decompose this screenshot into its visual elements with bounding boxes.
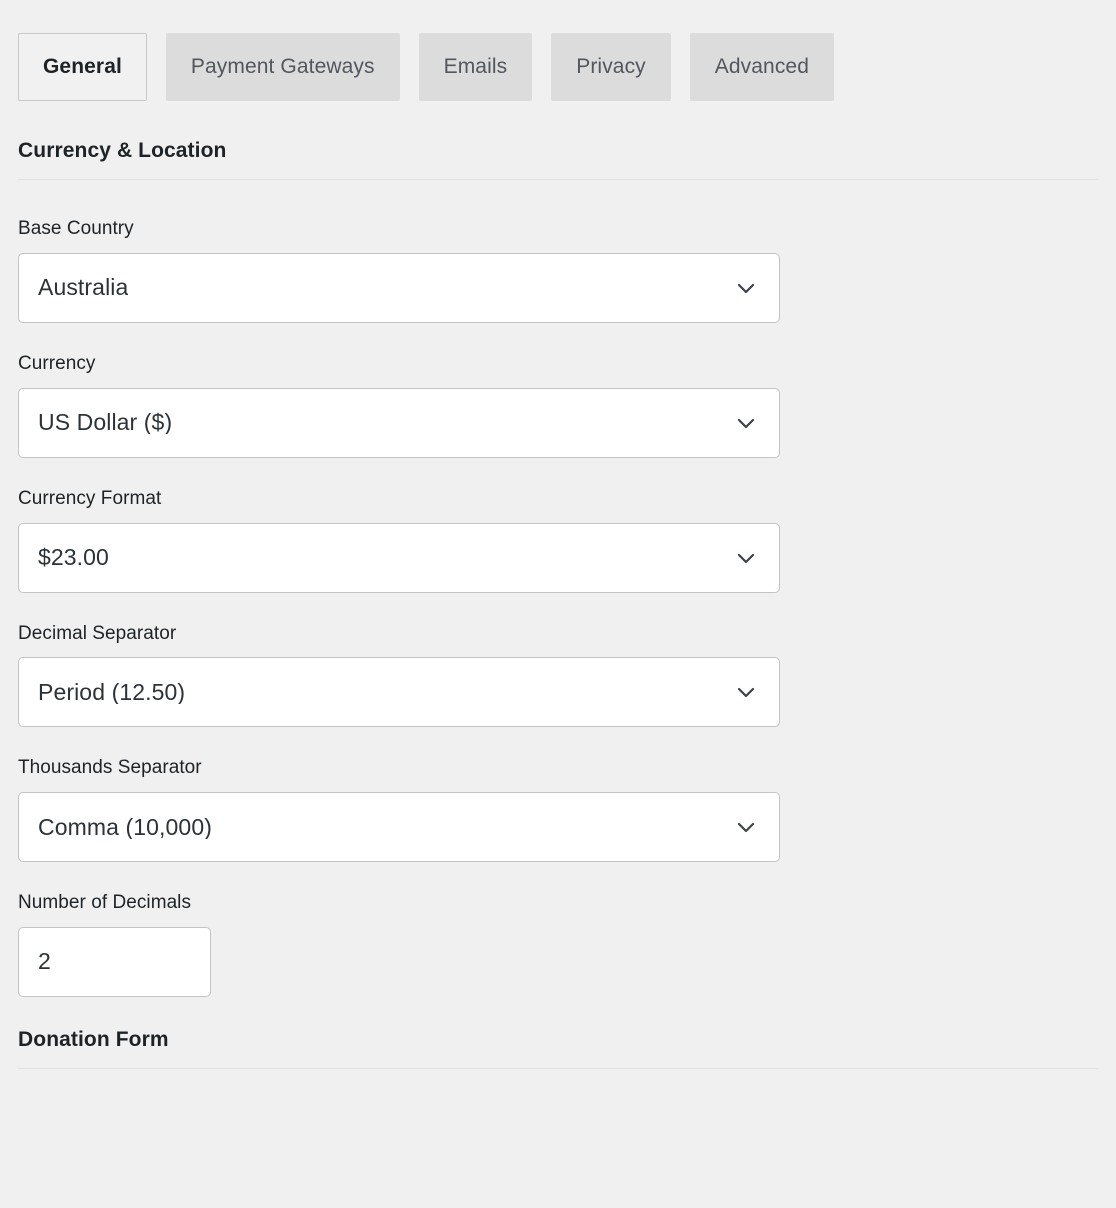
tab-privacy-label: Privacy [576,55,646,78]
section-divider-currency-location [18,179,1098,181]
number-of-decimals-value: 2 [38,950,51,974]
chevron-down-icon [735,816,757,838]
chevron-down-icon [735,412,757,434]
tab-advanced[interactable]: Advanced [689,33,834,101]
tab-payment-gateways-label: Payment Gateways [190,55,375,78]
field-thousands-separator: Thousands Separator Comma (10,000) [0,757,1116,863]
decimal-separator-select[interactable]: Period (12.50) [18,657,780,728]
tab-emails[interactable]: Emails [418,33,533,101]
field-label-decimal-separator: Decimal Separator [18,622,177,644]
settings-content-panel: Currency & Location Base Country Austral… [0,120,1116,1070]
tab-advanced-label: Advanced [714,55,809,78]
section-heading-currency-location: Currency & Location [18,139,227,162]
base-country-value: Australia [38,276,129,300]
number-of-decimals-input[interactable]: 2 [18,926,211,997]
tab-general[interactable]: General [18,33,147,101]
decimal-separator-value: Period (12.50) [38,680,186,704]
field-label-thousands-separator: Thousands Separator [18,757,202,779]
chevron-down-icon [735,547,757,569]
field-label-currency: Currency [18,352,96,374]
field-label-base-country: Base Country [18,218,134,240]
tab-emails-label: Emails [443,55,508,78]
currency-format-value: $23.00 [38,546,109,570]
field-currency: Currency US Dollar ($) [0,353,1116,458]
settings-tab-bar: General Payment Gateways Emails Privacy … [18,33,834,101]
base-country-select[interactable]: Australia [18,252,780,323]
field-currency-format: Currency Format $23.00 [0,488,1116,593]
currency-select[interactable]: US Dollar ($) [18,387,780,458]
thousands-separator-value: Comma (10,000) [38,815,212,839]
tab-general-label: General [43,55,122,78]
field-decimal-separator: Decimal Separator Period (12.50) [0,623,1116,728]
thousands-separator-select[interactable]: Comma (10,000) [18,792,780,863]
chevron-down-icon [735,681,757,703]
field-number-of-decimals: Number of Decimals 2 [0,892,1116,997]
section-heading-donation-form: Donation Form [18,1027,169,1051]
currency-value: US Dollar ($) [38,411,173,435]
field-label-number-of-decimals: Number of Decimals [18,892,192,914]
section-divider-donation-form [18,1068,1098,1070]
field-label-currency-format: Currency Format [18,487,162,509]
chevron-down-icon [735,277,757,299]
tab-privacy[interactable]: Privacy [551,33,671,101]
currency-format-select[interactable]: $23.00 [18,522,780,593]
field-base-country: Base Country Australia [0,218,1116,323]
tab-payment-gateways[interactable]: Payment Gateways [165,33,400,101]
